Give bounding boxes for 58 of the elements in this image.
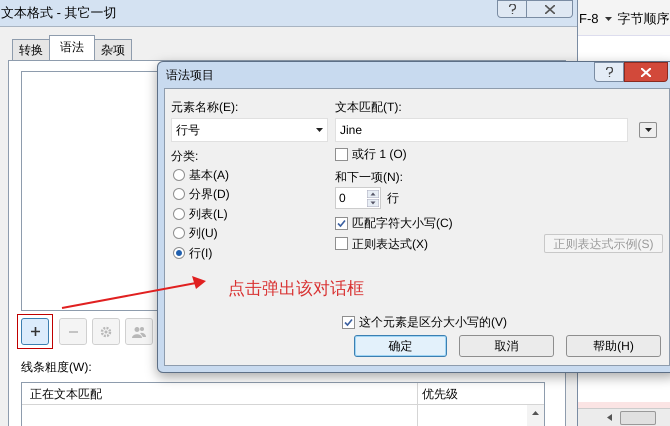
element-name-dropdown[interactable]: 行号 xyxy=(171,118,328,142)
horizontal-scrollbar[interactable] xyxy=(577,408,670,426)
close-icon xyxy=(641,68,651,76)
annotation-text: 点击弹出该对话框 xyxy=(228,278,364,300)
close-button[interactable] xyxy=(527,0,573,18)
pattern-menu-button[interactable] xyxy=(639,122,657,138)
close-icon xyxy=(544,4,554,14)
encoding-label: F-8 xyxy=(579,10,598,28)
checkbox[interactable] xyxy=(335,237,348,250)
close-button[interactable] xyxy=(624,62,668,82)
element-name-label: 元素名称(E): xyxy=(171,99,240,116)
tab[interactable]: 杂项 xyxy=(94,39,132,60)
checkbox[interactable] xyxy=(342,316,355,328)
dialog-title: 语法项目 xyxy=(165,67,214,84)
up-arrow-icon[interactable] xyxy=(532,411,539,415)
dialog-button[interactable]: 确定 xyxy=(354,335,447,357)
tab[interactable]: 转换 xyxy=(12,39,50,60)
settings-icon xyxy=(100,326,112,338)
down-arrow-icon[interactable] xyxy=(367,198,379,206)
text-match-field[interactable]: Jine xyxy=(335,118,628,142)
window-title: 文本格式 - 其它一切 xyxy=(0,4,117,22)
plus-icon xyxy=(30,327,40,336)
help-icon xyxy=(508,4,516,14)
category-label: 分类: xyxy=(171,148,200,165)
next-item-label: 和下一项(N): xyxy=(335,169,404,186)
text-match-label: 文本匹配(T): xyxy=(335,99,403,116)
category-radio[interactable]: 行(I) xyxy=(171,243,328,262)
toolbar-button[interactable] xyxy=(21,318,49,345)
people-icon xyxy=(132,326,146,338)
category-radio[interactable]: 分界(D) xyxy=(171,184,328,204)
caret-icon xyxy=(316,128,323,132)
regex-checkbox[interactable]: 正则表达式(X) xyxy=(335,236,428,252)
dialog-button[interactable]: 帮助(H) xyxy=(566,335,661,357)
byte-order-label: 字节顺序 xyxy=(618,10,670,28)
help-button[interactable] xyxy=(497,0,527,18)
column-header[interactable]: 正在文本匹配 xyxy=(22,383,418,404)
case-sensitive-checkbox[interactable]: 这个元素是区分大小写的(V) xyxy=(342,314,507,330)
or-line-checkbox[interactable]: 或行 1 (O) xyxy=(335,146,663,162)
next-item-spinner[interactable]: 0 xyxy=(335,187,381,209)
next-unit-label: 行 xyxy=(387,190,399,207)
checkbox[interactable] xyxy=(335,148,348,160)
category-radio[interactable]: 列(U) xyxy=(171,224,328,243)
line-width-label: 线条粗度(W): xyxy=(21,359,93,376)
category-radio[interactable]: 基本(A) xyxy=(171,165,328,184)
caret-icon xyxy=(644,128,652,132)
match-case-checkbox[interactable]: 匹配字符大小写(C) xyxy=(335,215,663,231)
checkbox[interactable] xyxy=(335,216,348,230)
scroll-thumb[interactable] xyxy=(620,410,656,424)
help-icon xyxy=(606,67,612,77)
column-header[interactable]: 优先级 xyxy=(418,383,544,404)
category-radio[interactable]: 列表(L) xyxy=(171,204,328,224)
caret-icon[interactable] xyxy=(604,16,612,20)
left-arrow-icon[interactable] xyxy=(607,414,612,421)
tab[interactable]: 语法 xyxy=(49,35,95,60)
help-button[interactable] xyxy=(594,62,624,82)
up-arrow-icon[interactable] xyxy=(367,190,379,198)
dialog-button[interactable]: 取消 xyxy=(459,335,554,357)
minus-icon xyxy=(68,330,78,332)
